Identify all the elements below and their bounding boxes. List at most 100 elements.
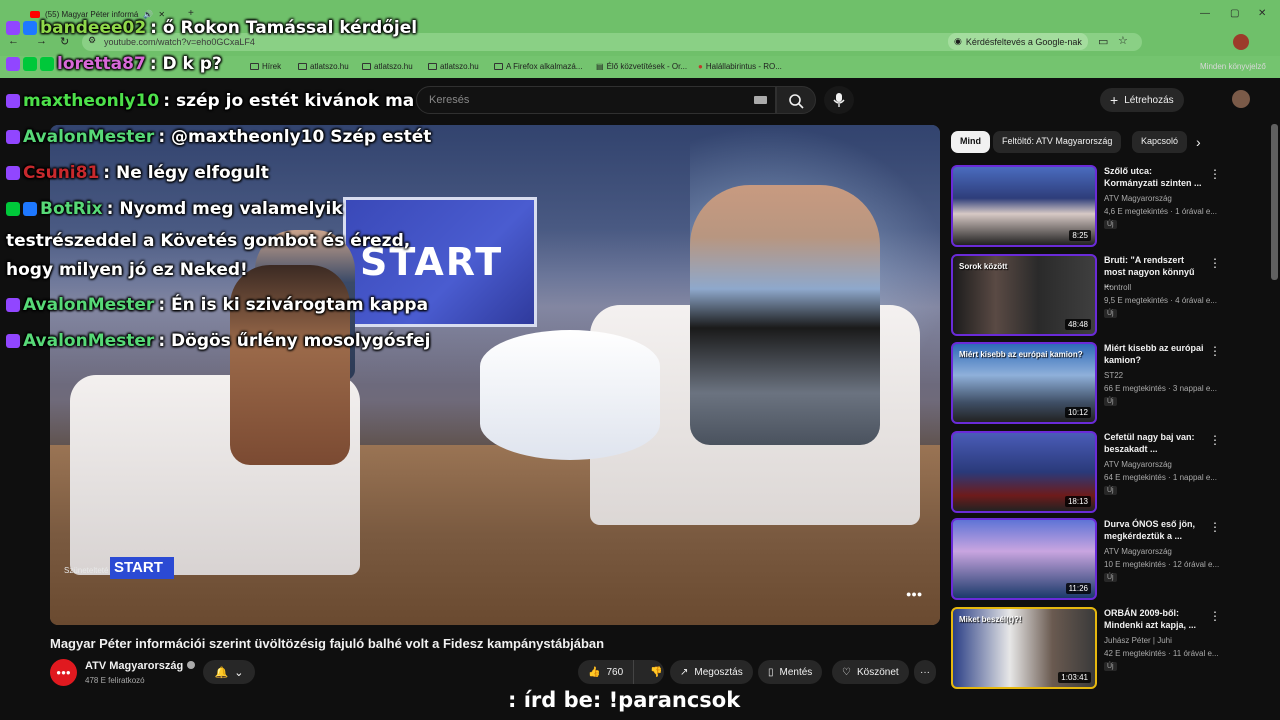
- cast-icon[interactable]: ▭: [1098, 35, 1108, 48]
- chip-related[interactable]: Kapcsoló: [1132, 131, 1188, 153]
- chat-text: : @maxtheonly10 Szép estét: [158, 127, 432, 147]
- twitch-badge-icon: [6, 166, 20, 180]
- account-avatar[interactable]: [1232, 90, 1250, 108]
- recommended-video-title[interactable]: Miért kisebb az európai kamion?: [1104, 342, 1204, 366]
- like-button[interactable]: 👍 760: [578, 660, 635, 684]
- chat-username: BotRix: [40, 199, 103, 219]
- chat-message: AvalonMester: @maxtheonly10 Szép estét: [6, 127, 431, 147]
- search-button[interactable]: [776, 86, 816, 114]
- video-thumbnail[interactable]: 11:26: [951, 518, 1097, 600]
- bookmark-star-icon[interactable]: ☆: [1118, 34, 1128, 47]
- video-thumbnail[interactable]: Sorok között 48:48: [951, 254, 1097, 336]
- more-icon: ···: [920, 666, 930, 678]
- recommended-meta: 64 E megtekintés · 1 nappal e...: [1104, 473, 1217, 482]
- recommended-meta: 9,5 E megtekintés · 4 órával e...: [1104, 296, 1217, 305]
- video-thumbnail[interactable]: Miket beszél(t)?! 1:03:41: [951, 607, 1097, 689]
- chat-username: AvalonMester: [23, 331, 155, 351]
- more-vert-icon[interactable]: ⋮: [1209, 344, 1221, 358]
- google-ask-chip[interactable]: ◉ Kérdésfeltevés a Google-nak: [948, 33, 1088, 50]
- bookmark-label: Élő közvetítések - Or...: [606, 62, 688, 71]
- recommended-channel[interactable]: Juhász Péter | Juhi: [1104, 636, 1172, 645]
- atv-logo-icon: ●●●: [906, 589, 923, 599]
- bell-icon: 🔔: [214, 666, 229, 679]
- new-badge: Új: [1104, 397, 1117, 406]
- recommended-channel[interactable]: ST22: [1104, 371, 1123, 380]
- all-bookmarks-label[interactable]: Minden könyvjelző: [1200, 62, 1266, 71]
- share-icon: ↗: [680, 666, 689, 678]
- recommended-video-title[interactable]: Szőlő utca: Kormányzati szinten ...: [1104, 165, 1204, 189]
- share-label: Megosztás: [694, 666, 743, 678]
- folder-icon: [494, 63, 503, 70]
- video-duration: 8:25: [1069, 230, 1091, 241]
- more-vert-icon[interactable]: ⋮: [1209, 167, 1221, 181]
- more-vert-icon[interactable]: ⋮: [1209, 609, 1221, 623]
- page-icon: ▤: [596, 62, 604, 71]
- more-actions-button[interactable]: ···: [914, 660, 936, 684]
- recommended-video[interactable]: Miért kisebb az európai kamion? 10:12 Miér…: [951, 342, 1276, 426]
- twitch-badge-icon: [6, 21, 20, 35]
- search-input[interactable]: Keresés: [416, 86, 776, 114]
- recommended-channel[interactable]: ATV Magyarország: [1104, 547, 1172, 556]
- more-vert-icon[interactable]: ⋮: [1209, 256, 1221, 270]
- create-button[interactable]: + Létrehozás: [1100, 88, 1184, 112]
- emote-badge-icon: [40, 57, 54, 71]
- dislike-button[interactable]: 👎: [640, 667, 672, 678]
- bookmark-item[interactable]: A Firefox alkalmazá...: [494, 62, 582, 71]
- chat-message: maxtheonly10: szép jo estét kivánok ma: [6, 91, 414, 111]
- minimize-icon[interactable]: —: [1200, 8, 1210, 19]
- save-button[interactable]: ▯ Mentés: [758, 660, 823, 684]
- super-thanks-icon: ♡: [842, 666, 851, 678]
- recommended-video[interactable]: Miket beszél(t)?! 1:03:41 ORBÁN 2009-ből: …: [951, 607, 1276, 691]
- more-vert-icon[interactable]: ⋮: [1209, 433, 1221, 447]
- pause-tooltip: Szünetelteté: [64, 566, 109, 575]
- google-lens-icon: ◉: [954, 36, 962, 46]
- chip-uploader[interactable]: Feltöltő: ATV Magyarország: [993, 131, 1122, 153]
- recommended-video-title[interactable]: Durva ÓNOS eső jön, megkérdeztük a ...: [1104, 518, 1204, 542]
- maximize-icon[interactable]: ▢: [1230, 8, 1239, 19]
- channel-avatar[interactable]: ●●●: [50, 659, 77, 686]
- video-thumbnail[interactable]: 8:25: [951, 165, 1097, 247]
- thanks-button[interactable]: ♡ Köszönet: [832, 660, 909, 684]
- recommended-video[interactable]: 18:13 Cefetül nagy baj van: beszakadt ...…: [951, 431, 1276, 515]
- like-count: 760: [606, 666, 624, 678]
- share-button[interactable]: ↗ Megosztás: [670, 660, 753, 684]
- recommended-video-title[interactable]: ORBÁN 2009-ből: Mindenki azt kapja, ...: [1104, 607, 1204, 631]
- thumbs-up-icon: 👍: [588, 666, 601, 678]
- chevron-right-icon[interactable]: ›: [1196, 134, 1201, 150]
- chat-message-continued: hogy milyen jó ez Neked!: [6, 260, 248, 280]
- bookmark-item[interactable]: ● Halállabirintus - RO...: [698, 62, 782, 71]
- recommended-channel[interactable]: Kontroll: [1104, 283, 1131, 292]
- like-dislike-group: 👍 760 👎: [578, 660, 664, 684]
- page-icon: ●: [698, 62, 703, 71]
- recommended-video[interactable]: 11:26 Durva ÓNOS eső jön, megkérdeztük a …: [951, 518, 1276, 602]
- bookmark-label: A Firefox alkalmazá...: [506, 62, 583, 71]
- new-badge: Új: [1104, 662, 1117, 671]
- recommended-video-title[interactable]: Cefetül nagy baj van: beszakadt ...: [1104, 431, 1204, 455]
- video-thumbnail[interactable]: Miért kisebb az európai kamion? 10:12: [951, 342, 1097, 424]
- voice-search-button[interactable]: [824, 86, 854, 114]
- channel-name[interactable]: ATV Magyarország: [85, 660, 196, 672]
- close-window-icon[interactable]: ✕: [1258, 8, 1266, 19]
- chip-all[interactable]: Mind: [951, 131, 990, 153]
- browser-profile-avatar[interactable]: [1233, 34, 1249, 50]
- verified-icon: [187, 661, 196, 669]
- video-duration: 48:48: [1064, 319, 1091, 330]
- verified-badge-icon: [23, 202, 37, 216]
- recommended-channel[interactable]: ATV Magyarország: [1104, 194, 1172, 203]
- bookmark-label: Halállabirintus - RO...: [705, 62, 782, 71]
- bot-badge-icon: [6, 202, 20, 216]
- bookmark-item[interactable]: ▤ Élő közvetítések - Or...: [596, 62, 687, 71]
- notification-bell-button[interactable]: 🔔 ⌄: [203, 660, 255, 684]
- keyboard-icon[interactable]: [754, 96, 767, 104]
- chat-text: : szép jo estét kivánok ma: [163, 91, 415, 111]
- bookmark-icon: ▯: [768, 666, 774, 678]
- video-thumbnail[interactable]: 18:13: [951, 431, 1097, 513]
- recommended-meta: 66 E megtekintés · 3 nappal e...: [1104, 384, 1217, 393]
- thanks-label: Köszönet: [856, 666, 899, 678]
- more-vert-icon[interactable]: ⋮: [1209, 520, 1221, 534]
- chevron-down-icon: ⌄: [234, 666, 244, 679]
- recommended-video[interactable]: Sorok között 48:48 Bruti: "A rendszert mos…: [951, 254, 1276, 338]
- recommended-video[interactable]: 8:25 Szőlő utca: Kormányzati szinten ... A…: [951, 165, 1276, 249]
- thumbnail-caption: Miket beszél(t)?!: [959, 615, 1022, 624]
- recommended-channel[interactable]: ATV Magyarország: [1104, 460, 1172, 469]
